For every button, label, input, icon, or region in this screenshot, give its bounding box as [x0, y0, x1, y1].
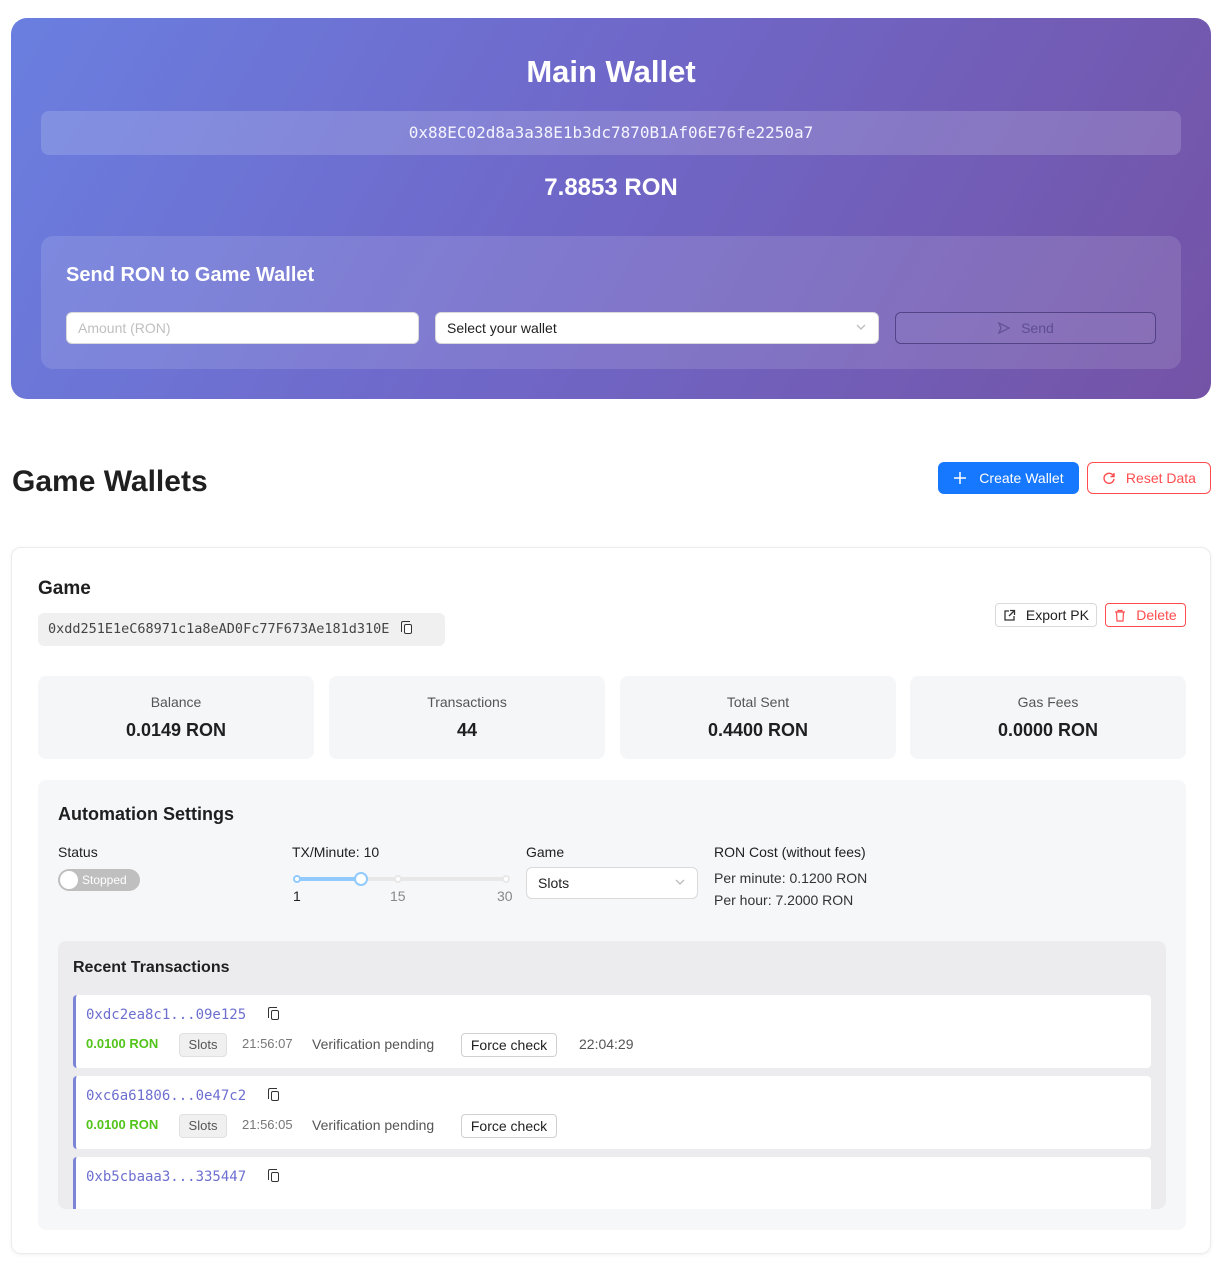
cost-per-minute: Per minute: 0.1200 RON [714, 870, 868, 886]
wallet-select-value: Select your wallet [447, 320, 557, 336]
game-label: Game [526, 844, 565, 860]
stat-transactions: Transactions 44 [329, 676, 605, 759]
toggle-knob [60, 871, 78, 889]
tx-game-tag: Slots [179, 1114, 227, 1138]
tx-amount: 0.0100 RON [86, 1036, 159, 1051]
recent-transactions-title: Recent Transactions [73, 959, 230, 976]
export-pk-button[interactable]: Export PK [995, 603, 1097, 627]
copy-icon[interactable] [267, 1088, 279, 1101]
tx-hash[interactable]: 0xb5cbaaa3...335447 [86, 1169, 279, 1185]
tx-hash-text: 0xc6a61806...0e47c2 [86, 1088, 247, 1104]
status-label: Status [58, 844, 98, 860]
slider-dot [502, 875, 510, 883]
stat-gas-fees: Gas Fees 0.0000 RON [910, 676, 1186, 759]
chevron-down-icon [855, 313, 867, 354]
wallet-address: 0xdd251E1eC68971c1a8eAD0Fc77F673Ae181d31… [38, 613, 445, 646]
send-button-label: Send [1021, 320, 1054, 336]
game-select-value: Slots [538, 875, 570, 891]
export-pk-label: Export PK [1025, 607, 1089, 623]
stat-value: 0.4400 RON [707, 720, 809, 740]
send-button[interactable]: Send [895, 312, 1156, 344]
stat-value: 44 [456, 720, 478, 740]
tx-per-minute-label: TX/Minute: 10 [292, 844, 380, 860]
copy-icon[interactable] [267, 1007, 279, 1020]
create-wallet-label: Create Wallet [979, 470, 1064, 486]
reload-icon [1102, 470, 1126, 486]
tx-time: 21:56:07 [242, 1036, 293, 1051]
stat-value: 0.0000 RON [997, 720, 1099, 740]
tx-slider-track [296, 877, 361, 881]
stat-balance: Balance 0.0149 RON [38, 676, 314, 759]
transaction-item: 0xdc2ea8c1...09e125 0.0100 RON Slots 21:… [73, 995, 1151, 1068]
stat-label: Transactions [427, 694, 507, 710]
main-wallet-panel: Main Wallet 0x88EC02d8a3a38E1b3dc7870B1A… [11, 18, 1211, 399]
slider-mark: 30 [497, 888, 513, 904]
slider-dot [394, 875, 402, 883]
tx-slider-handle[interactable] [353, 872, 368, 886]
reset-data-button[interactable]: Reset Data [1087, 462, 1211, 494]
send-ron-panel: Send RON to Game Wallet Select your wall… [41, 236, 1181, 369]
tx-hash-text: 0xdc2ea8c1...09e125 [86, 1007, 247, 1023]
main-wallet-address[interactable]: 0x88EC02d8a3a38E1b3dc7870B1Af06E76fe2250… [41, 111, 1181, 155]
tx-status: Verification pending [312, 1036, 435, 1052]
status-toggle[interactable]: Stopped [58, 869, 140, 891]
wallet-name: Game [38, 578, 91, 599]
reset-data-label: Reset Data [1125, 470, 1196, 486]
status-toggle-text: Stopped [82, 873, 127, 887]
wallet-address-text: 0xdd251E1eC68971c1a8eAD0Fc77F673Ae181d31… [48, 621, 390, 637]
main-wallet-balance: 7.8853 RON [544, 174, 678, 201]
main-wallet-title: Main Wallet [526, 54, 696, 89]
tx-time: 21:56:05 [242, 1117, 293, 1132]
amount-input[interactable] [66, 312, 419, 344]
slider-mark: 1 [293, 888, 301, 904]
plus-icon [953, 470, 979, 486]
stat-value: 0.0149 RON [125, 720, 227, 740]
chevron-down-icon [674, 868, 686, 909]
ron-cost-label: RON Cost (without fees) [714, 844, 866, 860]
create-wallet-button[interactable]: Create Wallet [938, 462, 1079, 494]
slider-mark: 15 [390, 888, 406, 904]
force-check-button[interactable]: Force check [461, 1114, 557, 1138]
tx-game-tag: Slots [179, 1033, 227, 1057]
tx-hash[interactable]: 0xdc2ea8c1...09e125 [86, 1007, 279, 1023]
tx-hash-text: 0xb5cbaaa3...335447 [86, 1169, 247, 1185]
copy-icon[interactable] [400, 621, 412, 634]
tx-hash[interactable]: 0xc6a61806...0e47c2 [86, 1088, 279, 1104]
stat-label: Gas Fees [1017, 694, 1079, 710]
transaction-item: 0xc6a61806...0e47c2 0.0100 RON Slots 21:… [73, 1076, 1151, 1149]
tx-status: Verification pending [312, 1117, 435, 1133]
export-icon [1003, 607, 1026, 623]
delete-button[interactable]: Delete [1105, 603, 1186, 627]
force-check-button[interactable]: Force check [461, 1033, 557, 1057]
game-wallets-title: Game Wallets [12, 465, 208, 498]
automation-settings: Automation Settings Status Stopped TX/Mi… [38, 780, 1186, 1230]
game-select[interactable]: Slots [526, 867, 698, 899]
stat-label: Balance [150, 694, 202, 710]
send-icon [997, 320, 1021, 336]
slider-dot [293, 875, 301, 883]
wallet-select[interactable]: Select your wallet [435, 312, 879, 344]
tx-check-time: 22:04:29 [579, 1036, 634, 1052]
game-wallet-card: Game 0xdd251E1eC68971c1a8eAD0Fc77F673Ae1… [11, 547, 1211, 1254]
transaction-item: 0xb5cbaaa3...335447 [73, 1157, 1151, 1209]
cost-per-hour: Per hour: 7.2000 RON [714, 892, 854, 908]
recent-transactions: Recent Transactions 0xdc2ea8c1...09e125 … [58, 941, 1166, 1209]
automation-title: Automation Settings [58, 804, 234, 824]
tx-amount: 0.0100 RON [86, 1117, 159, 1132]
copy-icon[interactable] [267, 1169, 279, 1182]
send-panel-title: Send RON to Game Wallet [66, 264, 315, 286]
delete-label: Delete [1136, 607, 1177, 623]
stat-label: Total Sent [726, 694, 790, 710]
trash-icon [1114, 607, 1136, 623]
stat-total-sent: Total Sent 0.4400 RON [620, 676, 896, 759]
